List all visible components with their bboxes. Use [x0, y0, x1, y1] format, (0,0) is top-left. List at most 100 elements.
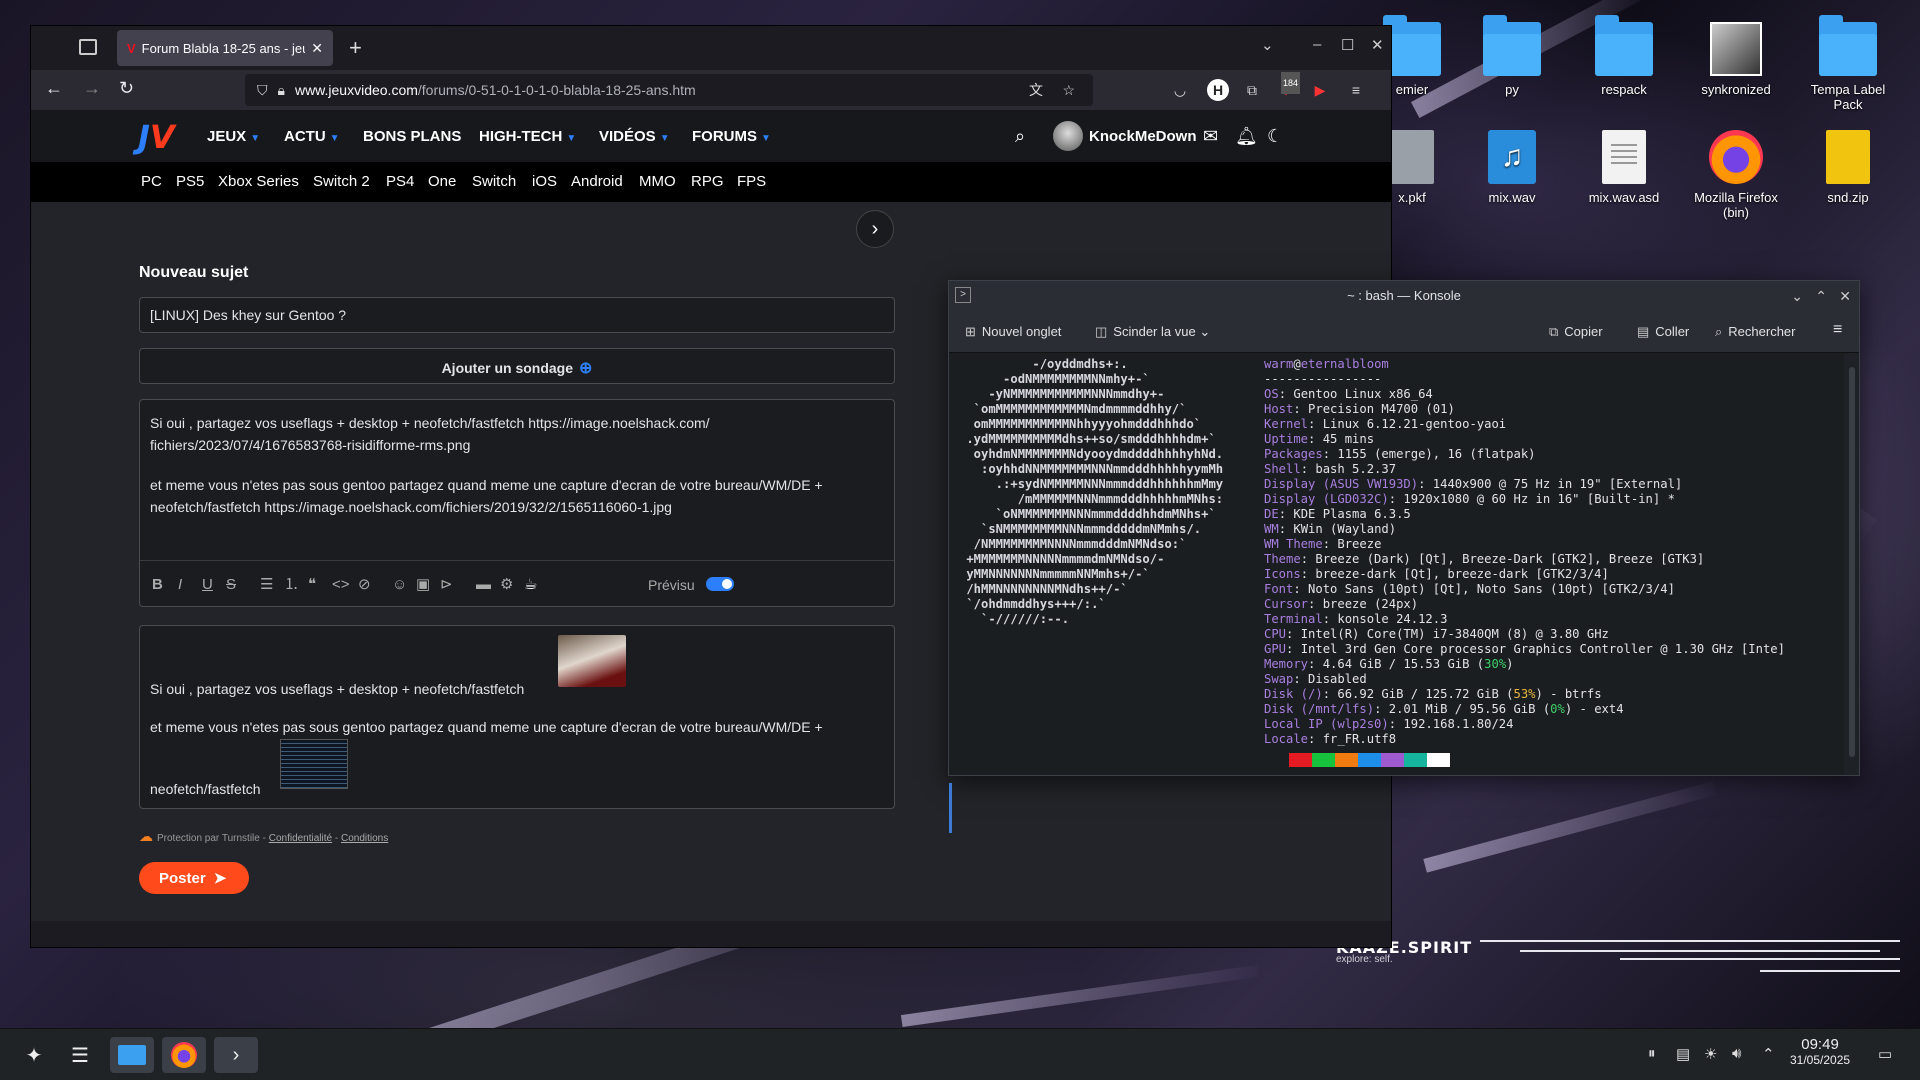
bookmark-star-icon[interactable]: ☆ [1062, 82, 1075, 99]
platform-ps4[interactable]: PS4 [386, 173, 414, 190]
tray-expand-icon[interactable]: ⌃ [1762, 1045, 1775, 1063]
sticker-icon[interactable]: ▬ [476, 574, 491, 596]
ublock-icon[interactable]: ⛨184 [1275, 72, 1301, 101]
post-button[interactable]: Poster ➤ [139, 862, 249, 894]
desktop-icon-mix-wav-asd[interactable]: mix.wav.asd [1574, 130, 1674, 205]
platform-rpg[interactable]: RPG [691, 173, 724, 190]
split-view-button[interactable]: ◫ Scinder la vue ⌄ [1095, 324, 1210, 340]
menu-bons-plans[interactable]: BONS PLANS [363, 128, 461, 145]
volume-icon[interactable]: 🔊︎ [1732, 1045, 1741, 1062]
platform-android[interactable]: Android [571, 173, 623, 190]
platform-one[interactable]: One [428, 173, 456, 190]
add-poll-button[interactable]: Ajouter un sondage ⊕ [139, 348, 895, 384]
quote-icon[interactable]: ❝ [308, 574, 316, 596]
minimize-icon[interactable]: ⌄ [1791, 281, 1803, 311]
show-desktop-icon[interactable]: ▭ [1878, 1045, 1892, 1063]
new-tab-button[interactable]: + [349, 35, 362, 61]
close-window-icon[interactable]: ✕ [1371, 36, 1384, 54]
terminal-output[interactable]: -/oyddmdhs+:. -odNMMMMMMMMNNmhy+-` -yNMM… [949, 353, 1844, 833]
tab-forum[interactable]: V Forum Blabla 18-25 ans - jeuxvideo.com… [117, 30, 333, 66]
platform-switch-2[interactable]: Switch 2 [313, 173, 370, 190]
platform-ios[interactable]: iOS [532, 173, 557, 190]
taskbar-firefox-icon[interactable] [162, 1037, 206, 1073]
settings-gear-icon[interactable]: ⚙ [500, 574, 513, 596]
username[interactable]: KnockMeDown [1089, 128, 1197, 145]
preview-toggle[interactable] [706, 577, 734, 591]
menu-high-tech[interactable]: HIGH-TECH ▼ [479, 128, 576, 145]
search-button[interactable]: ⌕ Rechercher [1715, 324, 1795, 340]
platform-mmo[interactable]: MMO [639, 173, 676, 190]
code-icon[interactable]: <> [332, 574, 350, 596]
app-menu-icon[interactable]: ≡ [1345, 79, 1367, 101]
terminal-scrollbar[interactable] [1849, 367, 1855, 757]
menu-actu[interactable]: ACTU ▼ [284, 128, 340, 145]
privacy-link[interactable]: Confidentialité [269, 833, 332, 844]
numbered-list-icon[interactable]: ⒈ [284, 574, 299, 596]
jv-logo[interactable]: JV [138, 118, 175, 156]
desktop-icon-synkronized[interactable]: synkronized [1686, 22, 1786, 97]
new-tab-button[interactable]: ⊞ Nouvel onglet [965, 324, 1061, 340]
maximize-icon[interactable]: ⌃ [1815, 281, 1827, 311]
back-icon[interactable]: ← [45, 78, 63, 99]
pocket-icon[interactable]: ◡ [1169, 79, 1191, 101]
platform-xbox-series[interactable]: Xbox Series [218, 173, 299, 190]
platform-fps[interactable]: FPS [737, 173, 766, 190]
url-bar[interactable]: ⛉ 🔒︎ www.jeuxvideo.com/forums/0-51-0-1-0… [245, 74, 1093, 106]
maximize-icon[interactable]: ☐ [1341, 36, 1354, 54]
platform-switch[interactable]: Switch [472, 173, 516, 190]
user-avatar[interactable] [1053, 121, 1083, 151]
forward-icon[interactable]: → [83, 78, 101, 99]
desktop-icon-mix-wav[interactable]: ♫ mix.wav [1462, 130, 1562, 205]
paste-button[interactable]: ▤ Coller [1637, 324, 1689, 340]
overview-icon[interactable]: ☰ [58, 1037, 102, 1073]
clipboard-icon[interactable]: ▤ [1676, 1045, 1690, 1063]
video-icon[interactable]: ⊳ [440, 574, 453, 596]
taskbar-konsole-icon[interactable]: › [214, 1037, 258, 1073]
platform-pc[interactable]: PC [141, 173, 162, 190]
translate-icon[interactable]: 文 [1029, 80, 1043, 100]
terms-link[interactable]: Conditions [341, 833, 388, 844]
bold-icon[interactable]: B [152, 574, 163, 596]
media-pause-icon[interactable]: ⏸ [1648, 1045, 1656, 1062]
menu-forums[interactable]: FORUMS ▼ [692, 128, 771, 145]
preview-screenshot-image[interactable] [280, 739, 348, 789]
dark-mode-moon-icon[interactable]: ☾ [1267, 126, 1283, 147]
extension-h-icon[interactable]: H [1207, 79, 1229, 101]
lock-icon[interactable]: 🔒︎ [278, 82, 285, 99]
menu-videos[interactable]: VIDÉOS ▼ [599, 128, 670, 145]
search-icon[interactable]: ⌕ [1015, 126, 1025, 147]
chevron-right-icon[interactable]: › [856, 210, 894, 248]
copy-button[interactable]: ⧉ Copier [1549, 324, 1603, 340]
desktop-icon-firefox[interactable]: Mozilla Firefox (bin) [1686, 130, 1786, 220]
taskbar-file-manager-icon[interactable] [110, 1037, 154, 1073]
bullet-list-icon[interactable]: ☰ [260, 574, 273, 596]
clock[interactable]: 09:49 31/05/2025 [1790, 1036, 1850, 1067]
bell-icon[interactable]: 🔔︎ [1235, 126, 1258, 147]
emoji-icon[interactable]: ☺ [392, 574, 407, 596]
italic-icon[interactable]: I [178, 574, 182, 596]
message-editor[interactable]: Si oui , partagez vos useflags + desktop… [139, 399, 895, 607]
shield-icon[interactable]: ⛉ [257, 82, 268, 99]
spoiler-icon[interactable]: ⊘ [358, 574, 371, 596]
app-launcher-icon[interactable]: ✦ [12, 1037, 56, 1073]
mail-icon[interactable]: ✉ [1203, 126, 1218, 147]
desktop-icon-py[interactable]: py [1462, 15, 1562, 97]
tab-list-button[interactable] [79, 39, 97, 55]
coffee-icon[interactable]: ☕︎ [524, 574, 537, 596]
desktop-icon-respack[interactable]: respack [1574, 15, 1674, 97]
extensions-icon[interactable]: ⧉ [1241, 79, 1263, 101]
desktop-icon-tempa-label-pack[interactable]: Tempa Label Pack [1798, 15, 1898, 112]
preview-sticker-image[interactable] [558, 635, 626, 687]
subject-input[interactable]: [LINUX] Des khey sur Gentoo ? [139, 297, 895, 333]
image-icon[interactable]: ▣ [416, 574, 430, 596]
list-all-tabs-icon[interactable]: ⌄ [1261, 36, 1274, 54]
menu-jeux[interactable]: JEUX ▼ [207, 128, 260, 145]
minimize-icon[interactable]: – [1313, 36, 1321, 53]
close-tab-icon[interactable]: ✕ [311, 40, 323, 57]
underline-icon[interactable]: U [202, 574, 213, 596]
hamburger-menu-icon[interactable]: ≡ [1833, 321, 1842, 339]
platform-ps5[interactable]: PS5 [176, 173, 204, 190]
strikethrough-icon[interactable]: S [226, 574, 236, 596]
close-window-icon[interactable]: ✕ [1839, 281, 1851, 311]
reload-icon[interactable]: ↻ [119, 78, 134, 99]
